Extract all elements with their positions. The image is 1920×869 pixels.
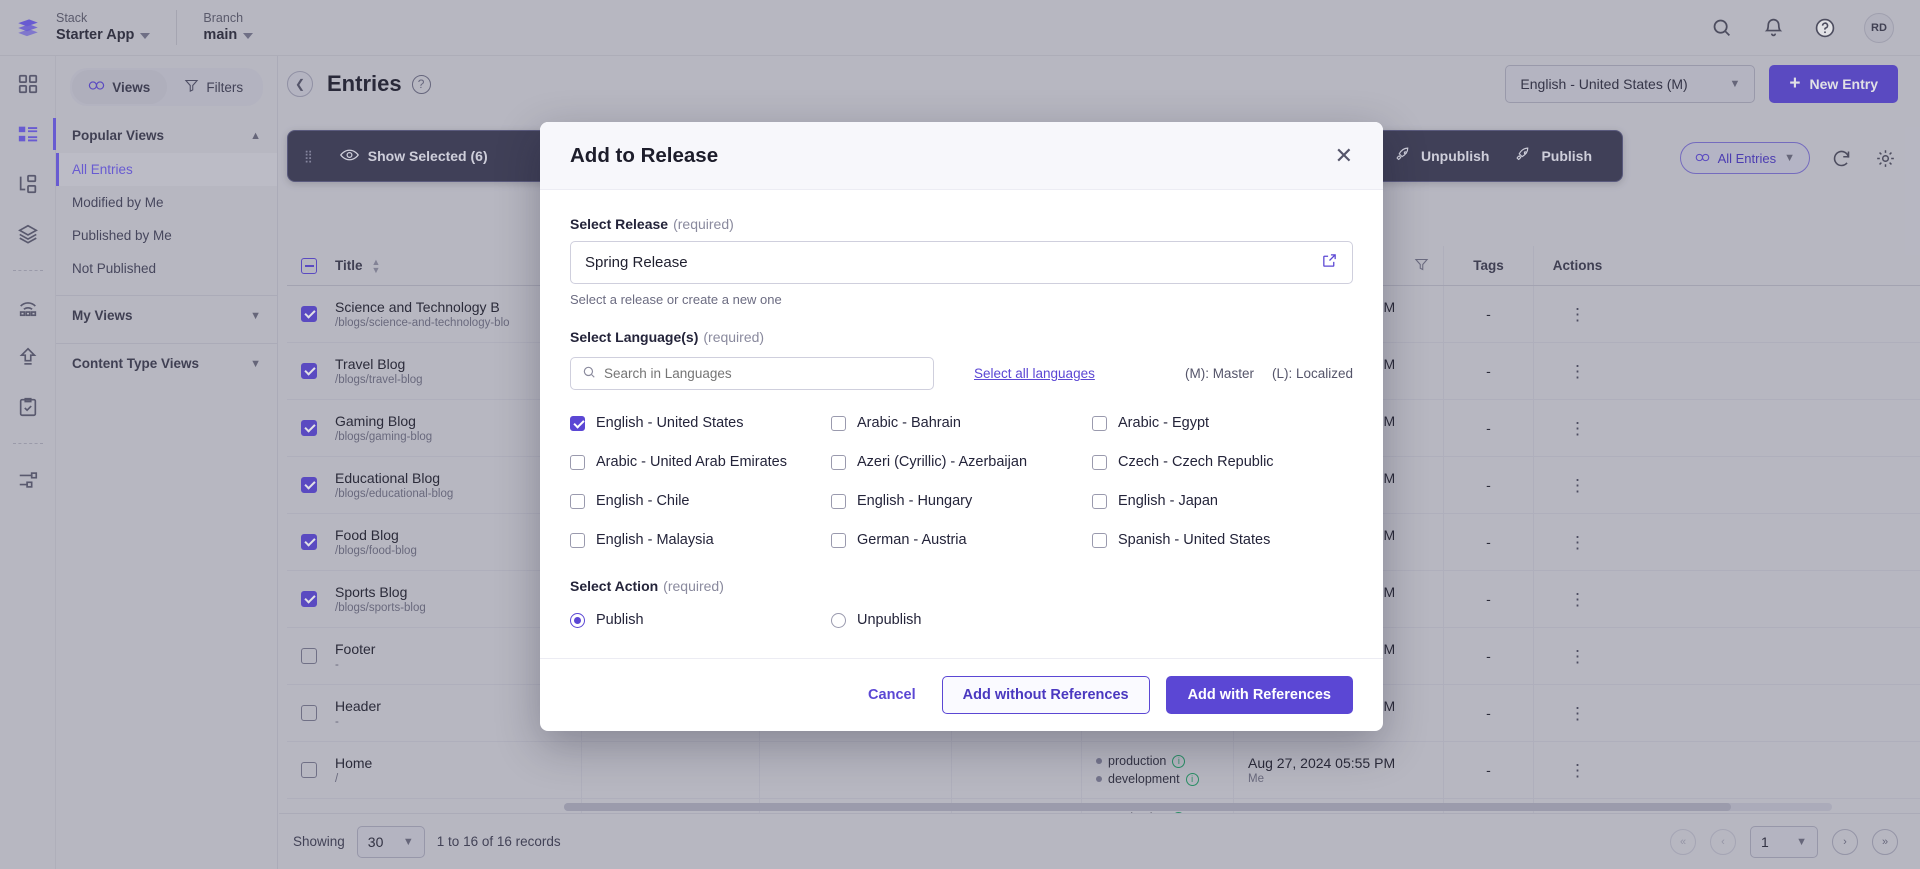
action-radio-group: Publish Unpublish <box>570 612 1353 628</box>
language-label: English - Japan <box>1118 493 1218 509</box>
language-option[interactable]: English - Chile <box>570 493 831 509</box>
language-option[interactable]: English - United States <box>570 415 831 431</box>
language-option[interactable]: English - Hungary <box>831 493 1092 509</box>
legend-localized: (L): Localized <box>1271 366 1353 381</box>
language-toolbar: Select all languages (M): Master (L): Lo… <box>570 357 1353 390</box>
language-checkbox[interactable] <box>1092 532 1107 548</box>
dialog-title: Add to Release <box>570 143 719 167</box>
select-all-languages-link[interactable]: Select all languages <box>974 366 1095 381</box>
legend-master: (M): Master <box>1184 366 1254 381</box>
language-checkbox[interactable] <box>570 454 585 470</box>
release-select[interactable]: Spring Release <box>570 241 1353 284</box>
language-legend: (M): Master (L): Localized <box>1185 366 1353 381</box>
select-language-label: Select Language(s) (required) <box>570 329 765 345</box>
language-search-box[interactable] <box>570 357 934 390</box>
action-radio[interactable] <box>831 612 846 628</box>
select-release-label: Select Release (required) <box>570 216 734 232</box>
release-hint: Select a release or create a new one <box>570 292 782 307</box>
language-checkbox[interactable] <box>1092 454 1107 470</box>
language-option[interactable]: English - Malaysia <box>570 532 831 548</box>
language-checkbox[interactable] <box>831 454 846 470</box>
language-checkbox[interactable] <box>570 415 585 431</box>
add-without-references-button[interactable]: Add without References <box>941 676 1150 714</box>
dialog-header: Add to Release ✕ <box>540 122 1383 190</box>
dialog-body: Select Release (required) Spring Release … <box>540 190 1383 636</box>
language-option[interactable]: Arabic - Egypt <box>1092 415 1353 431</box>
language-option[interactable]: Azeri (Cyrillic) - Azerbaijan <box>831 454 1092 470</box>
language-checkbox[interactable] <box>1092 415 1107 431</box>
language-option[interactable]: Arabic - United Arab Emirates <box>570 454 831 470</box>
external-link-icon[interactable] <box>1321 252 1338 273</box>
action-radio[interactable] <box>570 612 585 628</box>
language-checkbox[interactable] <box>831 493 846 509</box>
language-label: Azeri (Cyrillic) - Azerbaijan <box>857 454 1028 470</box>
language-checkbox[interactable] <box>831 415 846 431</box>
language-option[interactable]: English - Japan <box>1092 493 1353 509</box>
add-with-references-button[interactable]: Add with References <box>1165 676 1353 714</box>
release-select-value: Spring Release <box>585 254 688 271</box>
language-option[interactable]: Czech - Czech Republic <box>1092 454 1353 470</box>
language-label: Czech - Czech Republic <box>1118 454 1274 470</box>
search-icon <box>582 365 596 382</box>
language-label: English - Chile <box>596 493 690 509</box>
dialog-footer: Cancel Add without References Add with R… <box>540 658 1383 731</box>
close-icon[interactable]: ✕ <box>1335 144 1353 167</box>
language-label: German - Austria <box>857 532 967 548</box>
app-root: Stack Starter App Branch main RD Views F… <box>0 0 1920 869</box>
language-checkbox[interactable] <box>570 532 585 548</box>
language-label: Arabic - Egypt <box>1118 415 1210 431</box>
language-option[interactable]: Arabic - Bahrain <box>831 415 1092 431</box>
action-option[interactable]: Unpublish <box>831 612 1092 628</box>
language-checkbox[interactable] <box>831 532 846 548</box>
add-to-release-dialog: Add to Release ✕ Select Release (required… <box>540 122 1383 731</box>
action-label: Unpublish <box>857 612 922 628</box>
language-label: Arabic - United Arab Emirates <box>596 454 787 470</box>
language-label: Spanish - United States <box>1118 532 1271 548</box>
language-label: English - United States <box>596 415 744 431</box>
language-checkbox[interactable] <box>570 493 585 509</box>
action-label: Publish <box>596 612 644 628</box>
language-option[interactable]: German - Austria <box>831 532 1092 548</box>
language-checkbox[interactable] <box>1092 493 1107 509</box>
language-label: Arabic - Bahrain <box>857 415 961 431</box>
language-label: English - Malaysia <box>596 532 714 548</box>
select-action-label: Select Action (required) <box>570 578 724 594</box>
action-option[interactable]: Publish <box>570 612 831 628</box>
language-search-input[interactable] <box>604 366 922 381</box>
cancel-button[interactable]: Cancel <box>858 687 926 703</box>
language-option[interactable]: Spanish - United States <box>1092 532 1353 548</box>
language-label: English - Hungary <box>857 493 973 509</box>
language-grid: English - United States Arabic - Bahrain… <box>570 415 1353 548</box>
